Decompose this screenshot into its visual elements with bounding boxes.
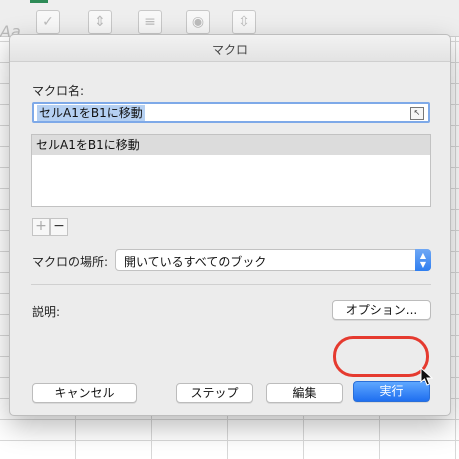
description-label: 説明: bbox=[32, 305, 61, 319]
mouse-cursor-icon bbox=[420, 367, 434, 386]
edit-button[interactable]: 編集 bbox=[266, 383, 343, 403]
checkbox-tool-icon[interactable]: ✓ bbox=[36, 10, 60, 34]
dialog-titlebar: マクロ bbox=[10, 35, 450, 62]
annotation-highlight-ring bbox=[333, 336, 429, 377]
location-label: マクロの場所: bbox=[32, 255, 109, 269]
macro-name-input[interactable]: セルA1をB1に移動 ↖ bbox=[32, 102, 430, 123]
spinner-tool-icon[interactable]: ⇕ bbox=[88, 10, 112, 34]
scrollbar-tool-icon[interactable]: ⇳ bbox=[232, 10, 256, 34]
macro-list[interactable]: セルA1をB1に移動 bbox=[31, 134, 431, 207]
listbox-tool-icon[interactable]: ≡ bbox=[138, 10, 162, 34]
add-macro-button[interactable]: + bbox=[32, 218, 50, 236]
run-button[interactable]: 実行 bbox=[353, 381, 430, 402]
dialog-title: マクロ bbox=[211, 43, 248, 57]
cancel-button[interactable]: キャンセル bbox=[32, 383, 137, 403]
options-button[interactable]: オプション... bbox=[332, 300, 431, 320]
collapse-dialog-icon[interactable]: ↖ bbox=[410, 107, 424, 120]
location-select[interactable]: 開いているすべてのブック ▲ ▼ bbox=[115, 249, 431, 271]
macro-name-value[interactable]: セルA1をB1に移動 bbox=[37, 105, 145, 121]
active-tab-indicator bbox=[30, 0, 48, 3]
divider bbox=[31, 284, 431, 285]
ribbon-toolbar: ✓ ⇕ ≡ ◉ ⇳ bbox=[0, 0, 459, 37]
step-button[interactable]: ステップ bbox=[176, 383, 253, 403]
macro-name-label: マクロ名: bbox=[32, 84, 85, 98]
remove-macro-button[interactable]: − bbox=[50, 218, 68, 236]
chevron-updown-icon[interactable]: ▲ ▼ bbox=[415, 249, 431, 271]
location-value: 開いているすべてのブック bbox=[124, 255, 267, 269]
radio-tool-icon[interactable]: ◉ bbox=[186, 10, 210, 34]
list-item[interactable]: セルA1をB1に移動 bbox=[32, 135, 430, 155]
